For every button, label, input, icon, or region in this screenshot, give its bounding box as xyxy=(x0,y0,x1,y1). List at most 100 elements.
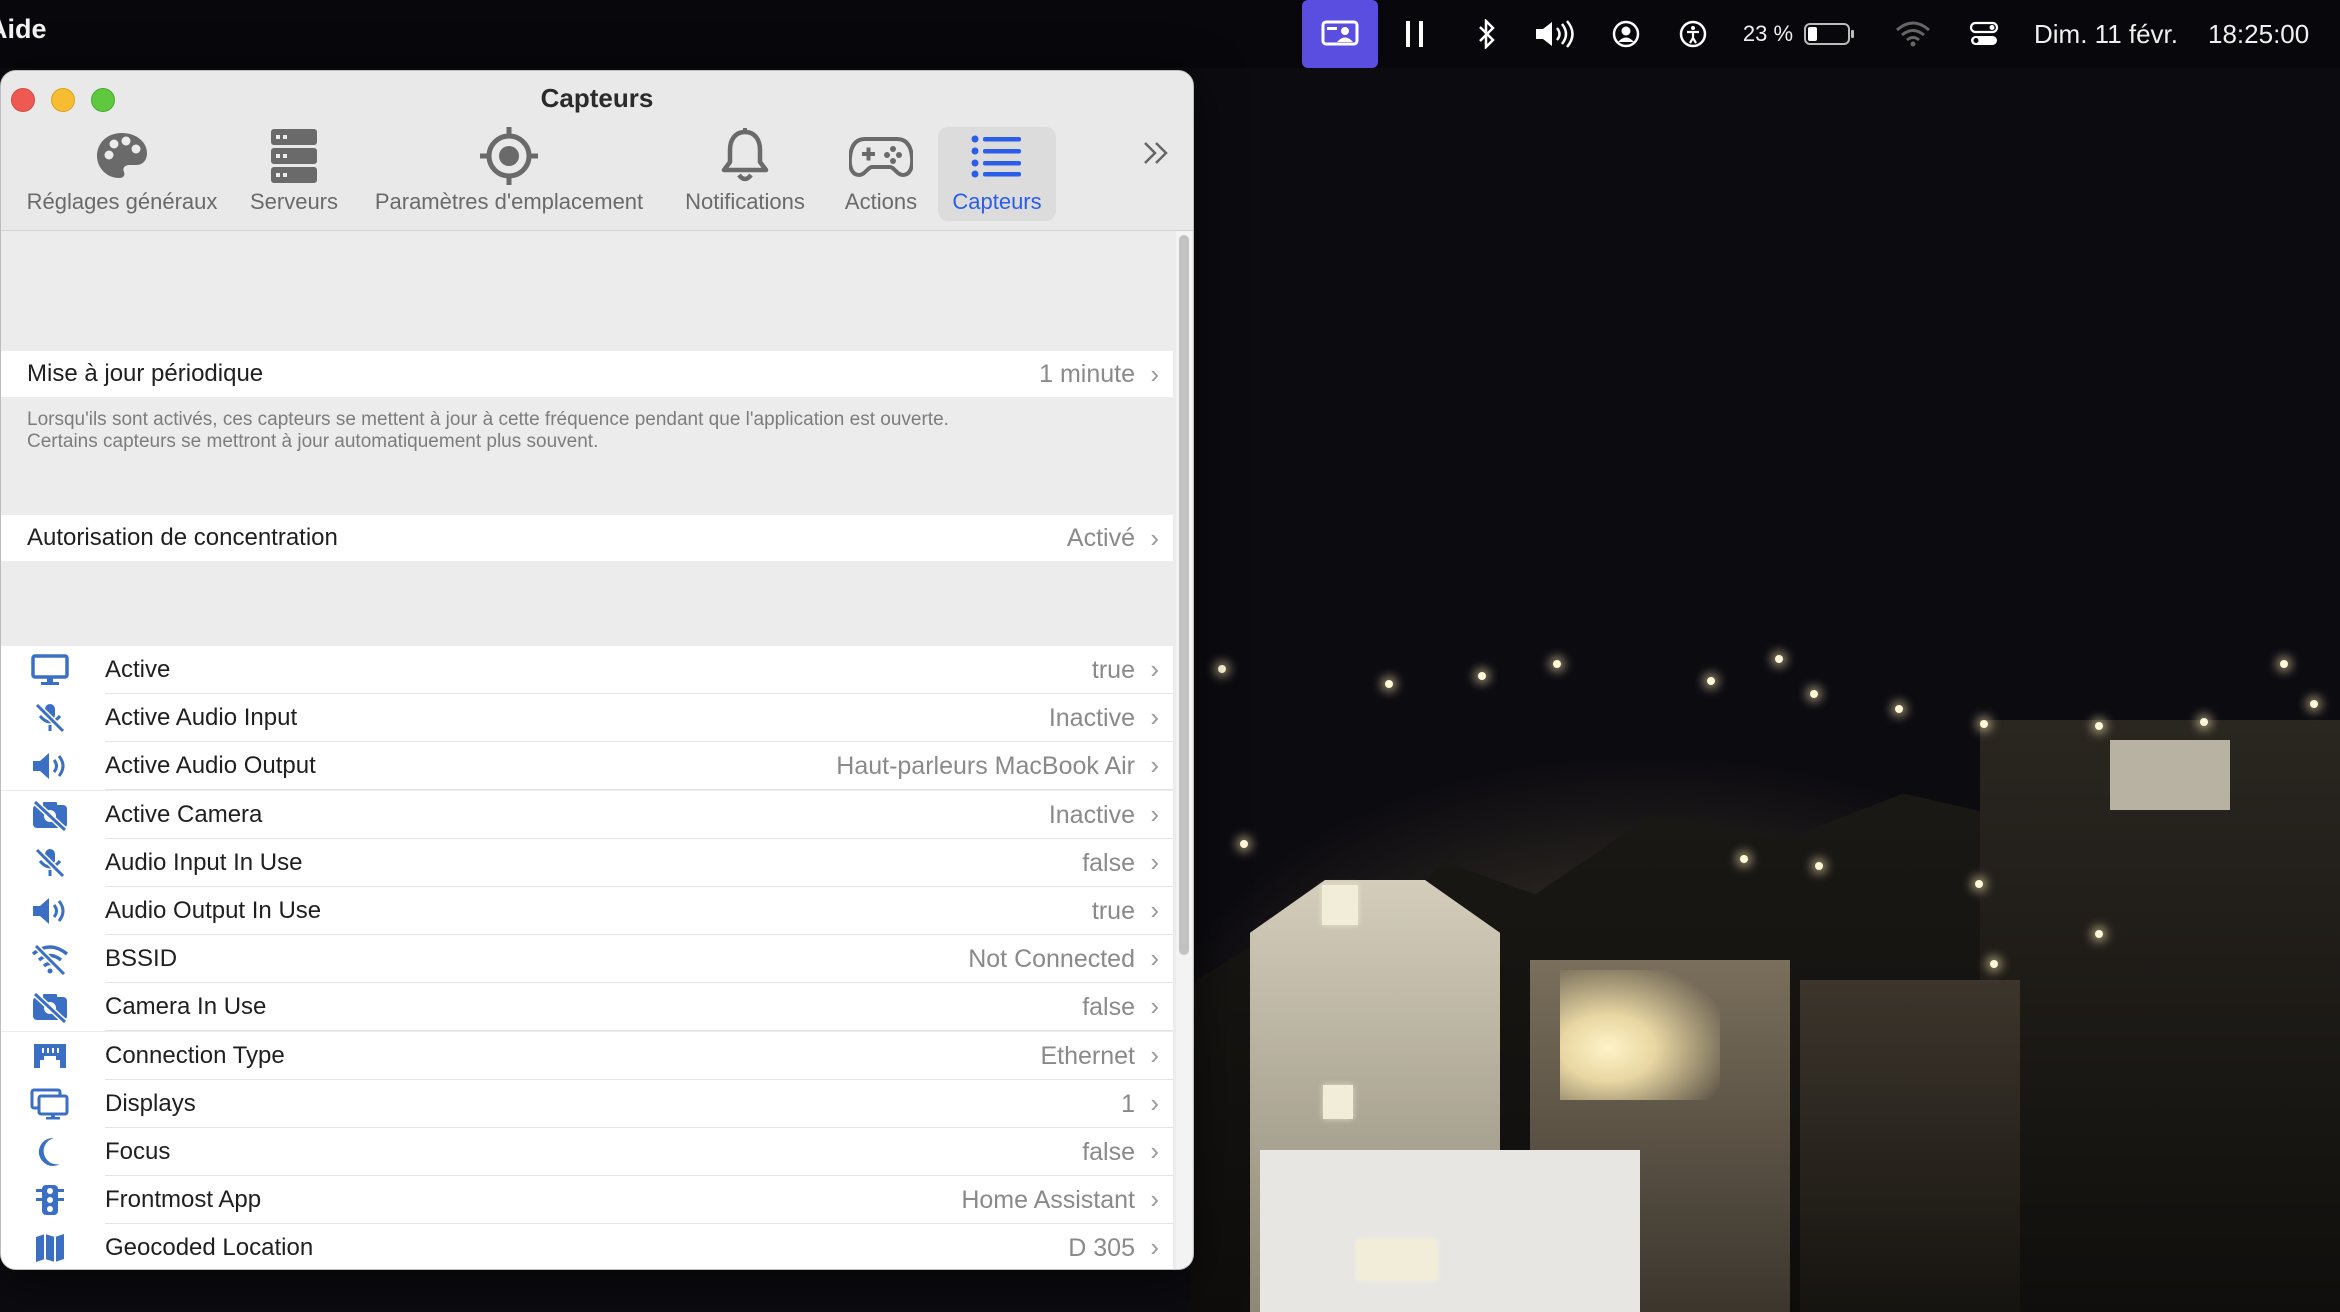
sensor-value: 1 xyxy=(1121,1089,1135,1118)
chevron-right-icon: › xyxy=(1150,1039,1159,1070)
sensor-name: Geocoded Location xyxy=(105,1234,314,1262)
sensor-name: Focus xyxy=(105,1138,171,1165)
sensor-row[interactable]: Geocoded Location D 305 › xyxy=(1,1224,1173,1269)
sensor-row[interactable]: Active Camera Inactive › xyxy=(1,790,1173,839)
sensor-name: Active xyxy=(105,656,171,683)
list-icon xyxy=(971,134,1023,183)
speaker-icon xyxy=(30,750,70,782)
menu-help[interactable]: Aide xyxy=(0,14,47,45)
chevron-double-right-icon xyxy=(1141,141,1171,174)
sensor-row[interactable]: BSSID Not Connected › xyxy=(1,935,1173,984)
status-item-wifi[interactable] xyxy=(1893,0,1933,68)
gamecontroller-icon xyxy=(847,135,915,182)
footnote-line: Certains capteurs se mettront à jour aut… xyxy=(27,431,599,452)
speaker-volume-icon xyxy=(1533,19,1575,49)
user-circle-icon xyxy=(1611,19,1641,49)
status-item-bluetooth[interactable] xyxy=(1472,0,1502,68)
wallpaper-lamp xyxy=(1218,665,1226,673)
chevron-right-icon: › xyxy=(1150,895,1159,925)
wallpaper-lamp xyxy=(1775,655,1783,663)
chevron-right-icon: › xyxy=(1150,798,1159,829)
tab-location-settings[interactable]: Paramètres d'emplacement xyxy=(361,126,657,221)
menubar-time[interactable]: 18:25:00 xyxy=(2208,0,2328,68)
status-item-control-center[interactable] xyxy=(1968,0,2000,68)
wallpaper-lamp xyxy=(1895,705,1903,713)
sensor-value: false xyxy=(1082,1138,1135,1166)
accessibility-icon xyxy=(1678,19,1708,49)
map-icon xyxy=(30,1232,70,1264)
menubar-date[interactable]: Dim. 11 févr. xyxy=(2034,0,2204,68)
sensor-name: BSSID xyxy=(105,945,178,973)
display-icon xyxy=(30,654,70,686)
status-item-accessibility[interactable] xyxy=(1677,0,1709,68)
sensor-row[interactable]: Displays 1 › xyxy=(1,1079,1173,1128)
chevron-right-icon: › xyxy=(1150,522,1159,553)
bell-icon xyxy=(720,127,770,190)
tab-label: Serveurs xyxy=(249,189,339,214)
sensor-row[interactable]: Camera In Use false › xyxy=(1,983,1173,1032)
wallpaper-lamp xyxy=(1975,880,1983,888)
periodic-update-row[interactable]: Mise à jour périodique 1 minute › xyxy=(1,351,1173,397)
sensor-value: Not Connected xyxy=(968,945,1135,974)
screen-sharing-icon xyxy=(1321,19,1359,49)
tab-servers[interactable]: Serveurs xyxy=(241,127,347,221)
focus-permission-row[interactable]: Autorisation de concentration Activé › xyxy=(1,515,1173,561)
sensor-value: false xyxy=(1082,993,1135,1022)
sensor-name: Camera In Use xyxy=(105,993,267,1021)
sensor-value: true xyxy=(1091,897,1135,925)
wallpaper-lamp xyxy=(1980,720,1988,728)
tab-actions[interactable]: Actions xyxy=(833,127,929,221)
sensor-name: Connection Type xyxy=(105,1041,285,1069)
sensor-row[interactable]: Active Audio Output Haut-parleurs MacBook… xyxy=(1,742,1173,791)
sensor-row[interactable]: Frontmost App Home Assistant › xyxy=(1,1176,1173,1225)
battery-icon xyxy=(1803,21,1857,47)
sensor-name: Displays xyxy=(105,1089,196,1117)
chevron-right-icon: › xyxy=(1150,1136,1159,1166)
sensor-row[interactable]: Active Audio Input Inactive › xyxy=(1,694,1173,743)
wallpaper-lamp xyxy=(1553,660,1561,668)
status-item-battery[interactable] xyxy=(1802,0,1858,68)
traffic-light-icon xyxy=(30,1184,70,1216)
chevron-right-icon: › xyxy=(1150,750,1159,781)
chevron-right-icon: › xyxy=(1150,358,1159,389)
sensor-row[interactable]: Audio Input In Use false › xyxy=(1,838,1173,887)
wallpaper-window-light xyxy=(1357,1240,1437,1280)
wallpaper-lamp xyxy=(1478,672,1486,680)
status-item-user[interactable] xyxy=(1610,0,1642,68)
camera-slash-icon xyxy=(30,991,70,1024)
chevron-right-icon: › xyxy=(1150,846,1159,877)
settings-content: Mise à jour périodique 1 minute › Lorsqu… xyxy=(1,231,1193,1269)
sensor-name: Frontmost App xyxy=(105,1186,262,1214)
tab-notifications[interactable]: Notifications xyxy=(673,127,817,221)
server-icon xyxy=(269,127,319,190)
mic-slash-icon xyxy=(30,702,70,734)
wallpaper-building xyxy=(1560,970,1720,1100)
palette-icon xyxy=(94,130,150,187)
sensor-row[interactable]: Connection Type Ethernet › xyxy=(1,1031,1173,1080)
wifi-icon xyxy=(1894,20,1932,48)
tab-label: Paramètres d'emplacement xyxy=(374,189,644,214)
tab-general-settings[interactable]: Réglages généraux xyxy=(17,127,227,221)
tab-label: Actions xyxy=(844,189,918,214)
sensor-row[interactable]: Audio Output In Use true › xyxy=(1,887,1173,935)
displays-icon xyxy=(30,1088,70,1120)
sensor-row[interactable]: Active true › xyxy=(1,646,1173,694)
sensor-row[interactable]: Focus false › xyxy=(1,1128,1173,1176)
wallpaper-lamp xyxy=(1707,677,1715,685)
scrollbar-thumb[interactable] xyxy=(1179,235,1189,955)
tab-label: Capteurs xyxy=(952,189,1042,214)
wallpaper-lamp xyxy=(1385,680,1393,688)
tab-label: Notifications xyxy=(685,189,805,214)
chevron-right-icon: › xyxy=(1150,702,1159,733)
status-item-volume[interactable] xyxy=(1532,0,1576,68)
camera-slash-icon xyxy=(30,799,70,831)
control-center-icon xyxy=(1969,20,1999,48)
chevron-right-icon: › xyxy=(1150,654,1159,684)
status-item-pause[interactable] xyxy=(1400,0,1430,68)
tab-sensors[interactable]: Capteurs xyxy=(938,127,1056,221)
toolbar-overflow-button[interactable] xyxy=(1141,139,1171,175)
status-item-screen-sharing[interactable] xyxy=(1302,0,1378,68)
battery-percent: 23 % xyxy=(1742,21,1794,46)
wallpaper-lamp xyxy=(1810,690,1818,698)
sensor-value: false xyxy=(1082,848,1135,877)
